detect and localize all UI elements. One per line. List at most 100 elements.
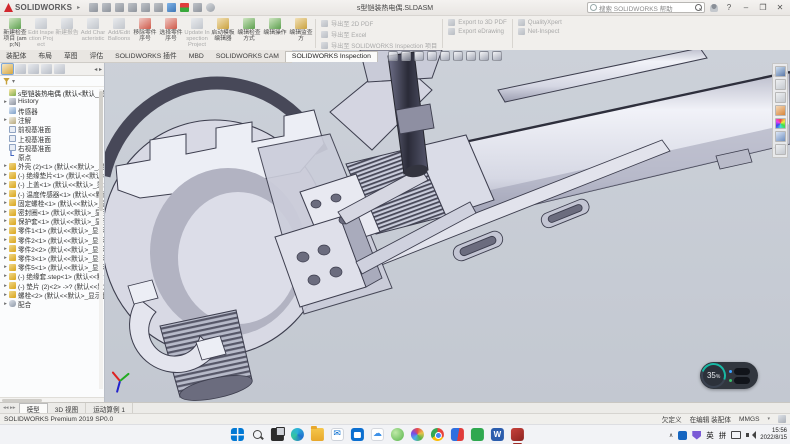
- save-icon[interactable]: [128, 3, 137, 12]
- view-settings-icon[interactable]: [492, 51, 502, 61]
- expand-arrow-icon[interactable]: ▸: [2, 246, 9, 252]
- graphics-area[interactable]: 装配体布局草图评估SOLIDWORKS 插件MBDSOLIDWORKS CAMS…: [0, 50, 790, 402]
- export-button[interactable]: 导出至 Excel: [321, 30, 437, 39]
- ribbon-button[interactable]: 启动模板编辑器: [210, 17, 236, 50]
- section-view-icon[interactable]: [427, 51, 437, 61]
- dimxpertmanager-tab-icon[interactable]: [41, 64, 52, 74]
- ime-language-indicator[interactable]: 英: [706, 430, 714, 441]
- search-icon[interactable]: [695, 4, 702, 11]
- ribbon-button[interactable]: 编辑检查方式: [236, 17, 262, 50]
- featuremanager-tab-icon[interactable]: [2, 64, 13, 74]
- tree-item[interactable]: ▸ 配合: [2, 299, 104, 308]
- restore-button[interactable]: ❐: [757, 2, 769, 14]
- view-palette-icon[interactable]: [775, 105, 786, 116]
- ribbon-tab[interactable]: 评估: [84, 50, 110, 62]
- expand-arrow-icon[interactable]: ▸: [2, 283, 9, 289]
- view-tab[interactable]: 3D 视图: [48, 403, 86, 413]
- filter-funnel-icon[interactable]: [3, 78, 10, 85]
- home-icon[interactable]: [89, 3, 98, 12]
- expand-arrow-icon[interactable]: ▸: [2, 117, 9, 123]
- filter-caret-icon[interactable]: ▾: [12, 78, 15, 85]
- mail-icon[interactable]: [331, 428, 344, 441]
- zoom-overlay-pill[interactable]: 35%: [700, 362, 758, 389]
- ribbon-button[interactable]: Add Characteristic: [80, 17, 106, 50]
- previous-view-icon[interactable]: [414, 51, 424, 61]
- export-button[interactable]: 导出至 SOLIDWORKS Inspection 项目: [321, 41, 437, 50]
- select-cursor-icon[interactable]: [167, 3, 176, 12]
- expand-arrow-icon[interactable]: ▸: [2, 264, 9, 270]
- expand-arrow-icon[interactable]: ▸: [2, 172, 9, 178]
- hide-show-items-icon[interactable]: [466, 51, 476, 61]
- tree-vertical-scrollbar[interactable]: [99, 89, 103, 389]
- ribbon-button[interactable]: Add/Edit Balloons: [106, 17, 132, 50]
- edge-browser-icon[interactable]: [291, 428, 304, 441]
- options-gear-icon[interactable]: [206, 3, 215, 12]
- expand-arrow-icon[interactable]: ▸: [2, 292, 9, 298]
- ribbon-button[interactable]: 新建报告: [54, 17, 80, 50]
- app-green-icon[interactable]: [391, 428, 404, 441]
- export-button[interactable]: Export to 3D PDF: [448, 19, 507, 26]
- task-view-icon[interactable]: [271, 428, 284, 441]
- minimize-button[interactable]: –: [740, 2, 752, 14]
- ribbon-tab[interactable]: MBD: [183, 52, 210, 62]
- app-dictionary-icon[interactable]: [451, 428, 464, 441]
- ribbon-button[interactable]: Edit Inspection Project: [28, 17, 54, 50]
- tray-blue-app-icon[interactable]: [678, 431, 687, 440]
- zoom-fit-icon[interactable]: [388, 51, 398, 61]
- tab-nav-arrows[interactable]: ◂◂ ▸▸: [0, 403, 19, 413]
- new-document-icon[interactable]: [102, 3, 111, 12]
- open-icon[interactable]: [115, 3, 124, 12]
- solidworks-active-app-icon[interactable]: [511, 428, 524, 441]
- menu-expand-arrow-icon[interactable]: ▸: [77, 4, 80, 11]
- status-tag-icon[interactable]: [778, 415, 786, 423]
- ribbon-button[interactable]: Update Inspection Project: [184, 17, 210, 50]
- help-button[interactable]: ?: [723, 2, 735, 14]
- appearances-icon[interactable]: [479, 51, 489, 61]
- scrollbar-thumb[interactable]: [99, 91, 103, 211]
- configurationmanager-tab-icon[interactable]: [28, 64, 39, 74]
- displaymanager-tab-icon[interactable]: [54, 64, 65, 74]
- rebuild-traffic-light-icon[interactable]: [180, 3, 189, 12]
- pill-button-bottom[interactable]: [734, 377, 750, 384]
- expand-arrow-icon[interactable]: ▸: [2, 255, 9, 261]
- search-input[interactable]: 搜索 SOLIDWORKS 帮助: [587, 2, 705, 13]
- expand-arrow-icon[interactable]: ▸: [2, 237, 9, 243]
- expand-arrow-icon[interactable]: ▸: [2, 191, 9, 197]
- forum-icon[interactable]: [775, 144, 786, 155]
- expand-arrow-icon[interactable]: ▸: [2, 273, 9, 279]
- model-viewport[interactable]: [0, 50, 790, 402]
- export-button[interactable]: QualityXpert: [518, 19, 562, 26]
- expand-arrow-icon[interactable]: ▸: [2, 99, 9, 105]
- solidworks-logo[interactable]: SOLIDWORKS ▸: [4, 3, 83, 12]
- panel-tab-arrows[interactable]: ◂ ▸: [94, 66, 102, 73]
- search-icon[interactable]: [251, 428, 264, 441]
- ribbon-button[interactable]: 编辑操作: [262, 17, 288, 50]
- export-button[interactable]: 导出至 2D PDF: [321, 19, 437, 28]
- ribbon-button[interactable]: 新建检查项目 (amp;N): [2, 17, 28, 50]
- ribbon-button[interactable]: 移除零件序号: [132, 17, 158, 50]
- expand-arrow-icon[interactable]: ▸: [2, 181, 9, 187]
- tree-horizontal-scrollbar[interactable]: [0, 397, 104, 402]
- expand-arrow-icon[interactable]: ▸: [2, 301, 9, 307]
- tray-clock[interactable]: 15:56 2022/8/15: [760, 428, 787, 442]
- print-icon[interactable]: [141, 3, 150, 12]
- appearances-scenes-icon[interactable]: [775, 118, 786, 129]
- file-explorer-icon[interactable]: [311, 428, 324, 441]
- app-photos-icon[interactable]: [411, 428, 424, 441]
- volume-icon[interactable]: [746, 431, 755, 439]
- ribbon-tab[interactable]: 布局: [32, 50, 58, 62]
- search-scope-icon[interactable]: [590, 4, 597, 11]
- ime-pinyin-indicator[interactable]: 拼: [719, 430, 727, 441]
- undo-icon[interactable]: [154, 3, 163, 12]
- zoom-area-icon[interactable]: [401, 51, 411, 61]
- view-orientation-icon[interactable]: [440, 51, 450, 61]
- expand-arrow-icon[interactable]: ▸: [2, 200, 9, 206]
- solidworks-resources-icon[interactable]: [775, 66, 786, 77]
- status-units[interactable]: MMGS: [739, 416, 760, 423]
- word-icon[interactable]: W: [491, 428, 504, 441]
- ribbon-tab[interactable]: SOLIDWORKS Inspection: [285, 51, 378, 62]
- ribbon-tab[interactable]: 草图: [58, 50, 84, 62]
- close-button[interactable]: ✕: [774, 2, 786, 14]
- expand-arrow-icon[interactable]: ▸: [2, 227, 9, 233]
- expand-arrow-icon[interactable]: ▸: [2, 163, 9, 169]
